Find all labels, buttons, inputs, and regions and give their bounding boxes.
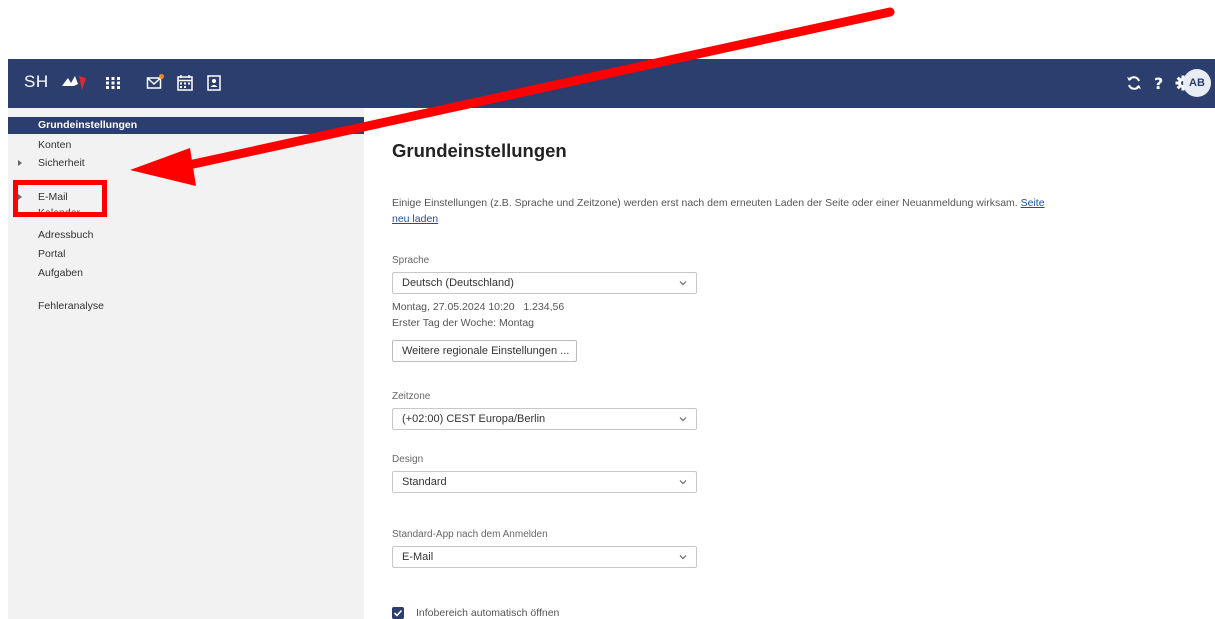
timezone-select-value: (+02:00) CEST Europa/Berlin [402,413,546,425]
language-select-value: Deutsch (Deutschland) [402,277,514,289]
chevron-down-icon [679,555,687,560]
regional-settings-button[interactable]: Weitere regionale Einstellungen ... [392,340,577,362]
expand-caret-icon[interactable] [18,160,22,166]
regional-settings-button-label: Weitere regionale Einstellungen ... [402,345,570,357]
sidebar-item-aufgaben[interactable]: Aufgaben [38,267,83,279]
infobereich-checkbox[interactable] [392,607,404,619]
language-label: Sprache [392,255,430,266]
chevron-down-icon [679,281,687,286]
sidebar-item-adressbuch[interactable]: Adressbuch [38,229,93,241]
chevron-down-icon [679,480,687,485]
design-select-value: Standard [402,476,447,488]
infobereich-label: Infobereich automatisch öffnen [416,607,560,619]
settings-main-panel: Grundeinstellungen Einige Einstellungen … [364,108,1215,619]
mail-icon[interactable] [146,74,164,92]
sidebar-item-label: Grundeinstellungen [38,119,138,131]
language-select[interactable]: Deutsch (Deutschland) [392,272,697,294]
locale-sample-text: Montag, 27.05.2024 10:20 1.234,56 [392,301,565,313]
sidebar-item-sicherheit[interactable]: Sicherheit [38,157,85,169]
info-message: Einige Einstellungen (z.B. Sprache und Z… [392,197,1018,209]
sidebar-item-konten[interactable]: Konten [38,139,71,151]
first-day-of-week-text: Erster Tag der Woche: Montag [392,317,535,329]
default-app-select[interactable]: E-Mail [392,546,697,568]
sidebar-item-fehleranalyse[interactable]: Fehleranalyse [38,300,104,312]
timezone-label: Zeitzone [392,391,431,402]
sidebar-item-grundeinstellungen[interactable]: Grundeinstellungen [8,117,364,134]
top-navigation-bar: SH ? AB [8,59,1215,108]
default-app-label: Standard-App nach dem Anmelden [392,529,548,540]
sidebar-item-portal[interactable]: Portal [38,248,65,260]
timezone-select[interactable]: (+02:00) CEST Europa/Berlin [392,408,697,430]
annotation-highlight-box [13,180,107,217]
help-icon[interactable]: ? [1150,74,1168,92]
chevron-down-icon [679,417,687,422]
refresh-icon[interactable] [1125,74,1143,92]
brand-logo[interactable]: SH [24,72,86,92]
design-select[interactable]: Standard [392,471,697,493]
calendar-icon[interactable] [176,74,194,92]
svg-text:?: ? [1154,74,1163,92]
info-text: Einige Einstellungen (z.B. Sprache und Z… [392,195,1052,227]
apps-grid-icon[interactable] [104,74,122,92]
design-label: Design [392,454,424,465]
page-title: Grundeinstellungen [392,140,567,161]
default-app-select-value: E-Mail [402,551,434,563]
user-avatar[interactable]: AB [1183,69,1211,97]
brand-emblem-icon [62,76,86,90]
contacts-icon[interactable] [205,74,223,92]
brand-text: SH [24,72,49,91]
